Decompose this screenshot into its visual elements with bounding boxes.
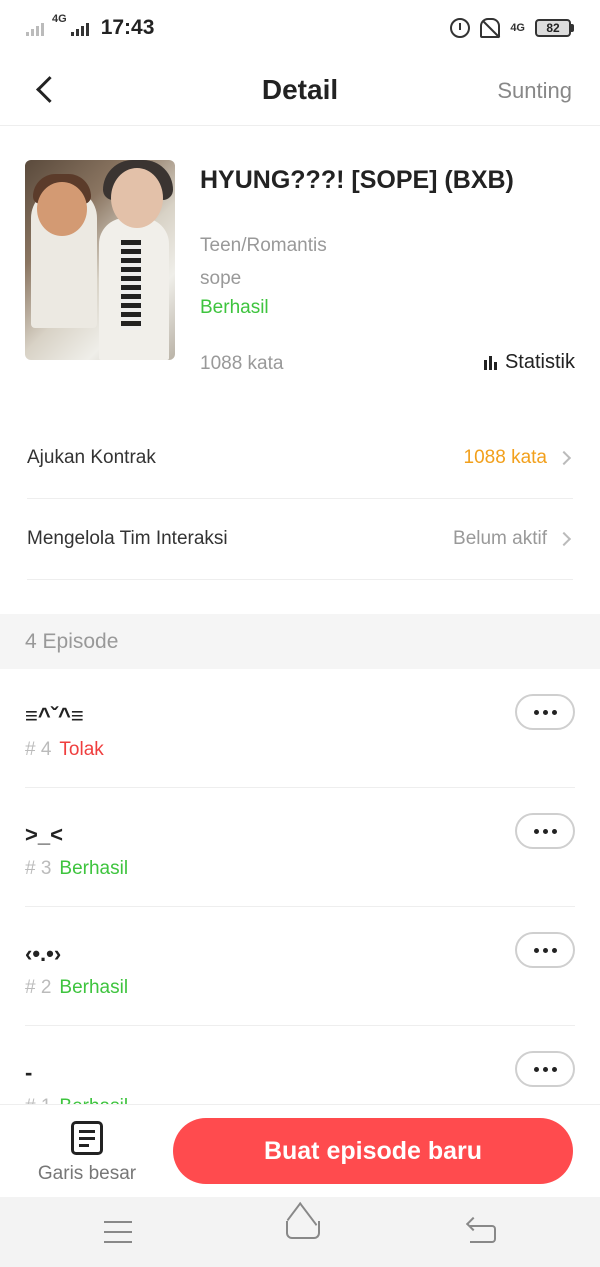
battery-icon: 82 [535,19,574,37]
manage-interaction-team-row[interactable]: Mengelola Tim Interaksi Belum aktif [27,499,573,580]
episode-number: # 2 [25,977,52,998]
signal-icon [26,20,44,36]
network-type-label: 4G [52,13,67,25]
episode-status: Berhasil [59,1096,128,1104]
outline-document-icon [71,1121,103,1155]
chevron-right-icon [556,531,572,547]
episode-item[interactable]: - # 1 Berhasil [25,1026,575,1104]
episode-title: ≡^ˇ^≡ [25,703,84,728]
story-info: HYUNG???! [SOPE] (BXB) Teen/Romantis sop… [0,126,600,406]
row-label: Mengelola Tim Interaksi [27,528,228,549]
row-label: Ajukan Kontrak [27,447,156,468]
story-tag: sope [200,268,242,289]
episode-number: # 3 [25,858,52,879]
system-back-icon[interactable] [468,1217,496,1243]
story-cover-image[interactable] [25,160,175,360]
home-icon[interactable] [282,1215,320,1245]
edit-button[interactable]: Sunting [497,78,572,104]
back-arrow-icon[interactable] [30,74,62,106]
clock: 17:43 [100,16,155,39]
episode-number: # 4 [25,739,52,760]
statistics-label: Statistik [504,351,575,373]
settings-list: Ajukan Kontrak 1088 kata Mengelola Tim I… [0,418,600,580]
alarm-icon [450,18,471,38]
network-4g-label: 4G [510,22,525,34]
bottom-action-bar: Garis besar Buat episode baru [0,1104,600,1197]
episode-item[interactable]: ≡^ˇ^≡ # 4 Tolak [25,669,575,788]
more-options-button[interactable] [515,932,575,968]
more-options-button[interactable] [515,813,575,849]
episode-title: - [25,1060,33,1085]
row-value: Belum aktif [453,528,547,549]
menu-icon[interactable] [104,1221,132,1243]
more-options-button[interactable] [515,694,575,730]
new-episode-button[interactable]: Buat episode baru [173,1118,573,1184]
episode-item[interactable]: >_< # 3 Berhasil [25,788,575,907]
statistics-button[interactable]: Statistik [483,351,575,374]
episode-status: Berhasil [59,858,129,879]
notification-off-icon [480,18,501,38]
status-bar: 4G 17:43 4G 82 [0,0,600,56]
story-genre: Teen/Romantis [200,235,327,256]
episode-status: Tolak [59,739,104,760]
episode-number: # 1 [25,1096,51,1104]
episode-list: ≡^ˇ^≡ # 4 Tolak >_< # 3 Berhasil ‹•.•› #… [0,669,600,1104]
submit-contract-row[interactable]: Ajukan Kontrak 1088 kata [27,418,573,499]
status-right: 4G 82 [450,18,574,38]
status-left: 4G 17:43 [26,13,155,40]
row-value: 1088 kata [463,447,547,468]
chevron-right-icon [556,450,572,466]
story-word-count: 1088 kata [200,353,284,374]
episode-title: >_< [25,822,63,847]
more-options-button[interactable] [515,1051,575,1087]
story-title: HYUNG???! [SOPE] (BXB) [200,166,514,194]
bar-chart-icon [483,355,497,370]
battery-level: 82 [535,19,571,37]
episode-title: ‹•.•› [25,941,62,966]
story-status: Berhasil [200,297,269,318]
system-nav-bar [0,1197,600,1267]
outline-label: Garis besar [37,1163,137,1184]
signal-strong-icon [70,20,89,36]
top-nav-bar: Detail Sunting [0,56,600,126]
episode-status: Berhasil [59,977,129,998]
outline-button[interactable]: Garis besar [30,1119,144,1189]
episode-item[interactable]: ‹•.•› # 2 Berhasil [25,907,575,1026]
episodes-header: 4 Episode [0,614,600,669]
